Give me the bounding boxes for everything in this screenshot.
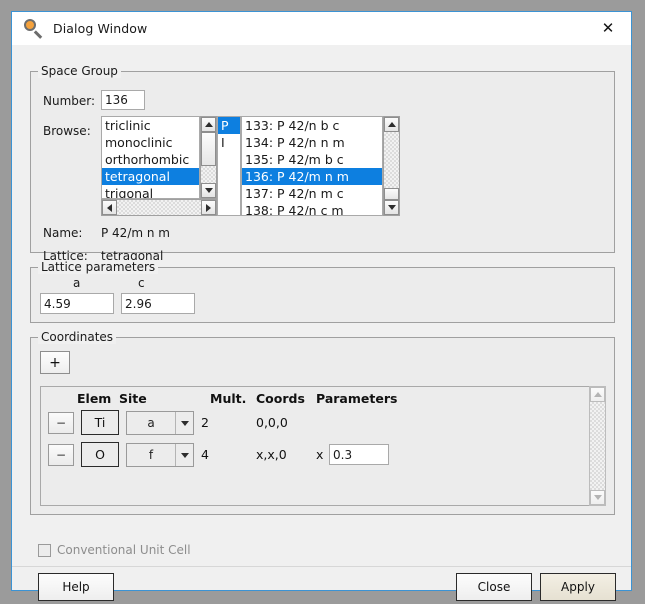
browse-label: Browse: bbox=[43, 124, 91, 138]
help-button[interactable]: Help bbox=[38, 573, 114, 601]
list-item-system-4[interactable]: trigonal bbox=[102, 185, 199, 198]
parameter-label: x bbox=[316, 447, 323, 462]
dialog-body: Space Group Number: Browse: triclinicmon… bbox=[12, 45, 631, 590]
coords-value: 0,0,0 bbox=[256, 415, 288, 430]
crystal-system-vscrollbar[interactable] bbox=[200, 116, 217, 199]
table-row: − O f 4 x,x,0 x bbox=[41, 443, 605, 467]
scroll-up-button[interactable] bbox=[384, 117, 399, 132]
close-icon[interactable]: ✕ bbox=[585, 12, 631, 44]
space-group-panel: Space Group Number: Browse: triclinicmon… bbox=[30, 71, 615, 253]
close-button[interactable]: Close bbox=[456, 573, 532, 601]
name-value: P 42/m n m bbox=[101, 226, 170, 240]
dialog-window: Dialog Window ✕ Space Group Number: Brow… bbox=[11, 11, 632, 591]
scroll-up-button[interactable] bbox=[590, 387, 605, 402]
coordinates-legend: Coordinates bbox=[38, 330, 116, 344]
list-item-system-3[interactable]: tetragonal bbox=[102, 168, 199, 185]
element-button[interactable]: O bbox=[81, 442, 119, 467]
coordinates-table: Elem Site Mult. Coords Parameters − Ti a… bbox=[40, 386, 606, 506]
lattice-parameters-legend: Lattice parameters bbox=[38, 260, 158, 274]
column-header-mult: Mult. bbox=[210, 391, 246, 406]
number-label: Number: bbox=[43, 94, 95, 108]
site-value: f bbox=[127, 448, 175, 462]
list-item-centering-1[interactable]: I bbox=[218, 134, 240, 151]
window-title: Dialog Window bbox=[53, 21, 147, 36]
apply-button[interactable]: Apply bbox=[540, 573, 616, 601]
scroll-down-button[interactable] bbox=[384, 200, 399, 215]
mult-value: 2 bbox=[201, 415, 209, 430]
name-label: Name: bbox=[43, 226, 82, 240]
space-group-legend: Space Group bbox=[38, 64, 121, 78]
site-select[interactable]: a bbox=[126, 411, 194, 435]
chevron-down-icon[interactable] bbox=[175, 444, 193, 466]
magnifier-icon bbox=[23, 18, 45, 40]
list-item-space-group-0[interactable]: 133: P 42/n b c bbox=[242, 117, 382, 134]
list-item-centering-0[interactable]: P bbox=[218, 117, 240, 134]
coordinates-panel: Coordinates + Elem Site Mult. Coords Par… bbox=[30, 337, 615, 515]
scroll-down-button[interactable] bbox=[201, 183, 216, 198]
list-item-space-group-1[interactable]: 134: P 42/n n m bbox=[242, 134, 382, 151]
scroll-left-button[interactable] bbox=[102, 200, 117, 215]
scroll-up-button[interactable] bbox=[201, 117, 216, 132]
lattice-a-input[interactable] bbox=[40, 293, 114, 314]
lattice-c-input[interactable] bbox=[121, 293, 195, 314]
table-row: − Ti a 2 0,0,0 bbox=[41, 411, 605, 435]
conventional-unit-cell-label: Conventional Unit Cell bbox=[57, 543, 191, 557]
column-header-coords: Coords bbox=[256, 391, 305, 406]
scroll-track[interactable] bbox=[590, 402, 605, 490]
remove-row-button[interactable]: − bbox=[48, 412, 74, 434]
site-select[interactable]: f bbox=[126, 443, 194, 467]
list-item-space-group-2[interactable]: 135: P 42/m b c bbox=[242, 151, 382, 168]
add-coordinate-button[interactable]: + bbox=[40, 351, 70, 374]
column-header-site: Site bbox=[119, 391, 147, 406]
remove-row-button[interactable]: − bbox=[48, 444, 74, 466]
list-item-system-0[interactable]: triclinic bbox=[102, 117, 199, 134]
footer-divider bbox=[12, 566, 631, 567]
space-group-vscrollbar[interactable] bbox=[383, 116, 400, 216]
site-value: a bbox=[127, 416, 175, 430]
scroll-right-button[interactable] bbox=[201, 200, 216, 215]
lattice-c-label: c bbox=[138, 276, 145, 290]
scroll-track[interactable] bbox=[117, 200, 201, 215]
list-item-system-1[interactable]: monoclinic bbox=[102, 134, 199, 151]
scroll-thumb[interactable] bbox=[201, 132, 216, 166]
title-bar: Dialog Window ✕ bbox=[12, 12, 631, 45]
scroll-thumb[interactable] bbox=[384, 188, 399, 200]
scroll-down-button[interactable] bbox=[590, 490, 605, 505]
column-header-parameters: Parameters bbox=[316, 391, 397, 406]
column-header-elem: Elem bbox=[77, 391, 111, 406]
space-group-number-input[interactable] bbox=[101, 90, 145, 110]
chevron-down-icon[interactable] bbox=[175, 412, 193, 434]
conventional-unit-cell-checkbox[interactable]: Conventional Unit Cell bbox=[38, 543, 191, 557]
mult-value: 4 bbox=[201, 447, 209, 462]
centering-list[interactable]: PI bbox=[217, 116, 241, 216]
list-item-space-group-5[interactable]: 138: P 42/n c m bbox=[242, 202, 382, 215]
coordinates-vscrollbar[interactable] bbox=[589, 386, 606, 506]
list-item-space-group-4[interactable]: 137: P 42/n m c bbox=[242, 185, 382, 202]
crystal-system-hscrollbar[interactable] bbox=[101, 199, 217, 216]
parameter-input[interactable] bbox=[329, 444, 389, 465]
lattice-parameters-panel: Lattice parameters a c bbox=[30, 267, 615, 323]
space-group-list[interactable]: 133: P 42/n b c134: P 42/n n m135: P 42/… bbox=[241, 116, 383, 216]
coords-value: x,x,0 bbox=[256, 447, 287, 462]
list-item-space-group-3[interactable]: 136: P 42/m n m bbox=[242, 168, 382, 185]
list-item-system-2[interactable]: orthorhombic bbox=[102, 151, 199, 168]
element-button[interactable]: Ti bbox=[81, 410, 119, 435]
checkbox-box[interactable] bbox=[38, 544, 51, 557]
lattice-a-label: a bbox=[73, 276, 80, 290]
crystal-system-list[interactable]: triclinicmonoclinicorthorhombictetragona… bbox=[101, 116, 200, 199]
